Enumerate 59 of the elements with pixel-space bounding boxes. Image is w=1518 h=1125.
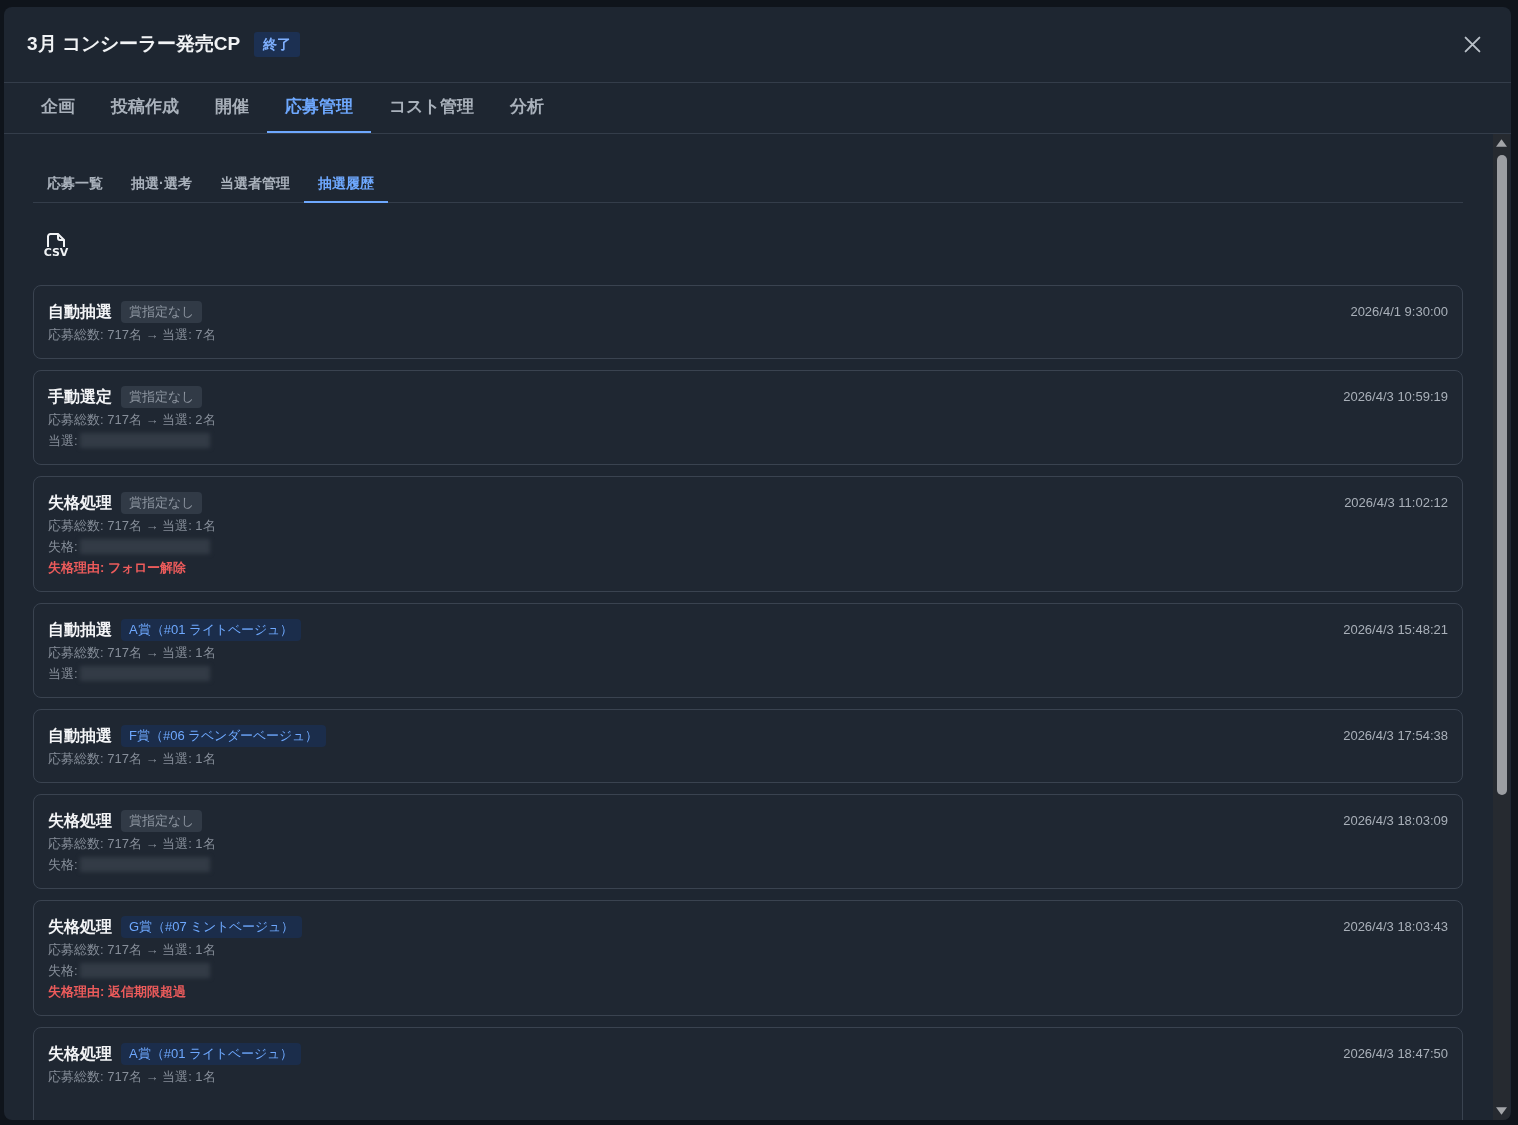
entry-summary: 応募総数: 717名 → 当選: 1名 xyxy=(48,750,217,768)
scroll-down-icon[interactable] xyxy=(1496,1107,1507,1115)
prize-label: 賞指定なし xyxy=(121,386,202,408)
field-label: 当選: xyxy=(48,432,78,450)
entry-summary: 応募総数: 717名 → 当選: 1名 xyxy=(48,517,217,535)
method-title: 手動選定 xyxy=(48,387,112,407)
disqualify-reason: 失格理由: フォロー解除 xyxy=(48,559,187,577)
timestamp: 2026/4/1 9:30:00 xyxy=(1350,303,1448,322)
timestamp: 2026/4/3 18:03:09 xyxy=(1343,812,1448,831)
close-icon xyxy=(1464,36,1481,53)
sub-tab[interactable]: 抽選·選考 xyxy=(117,165,206,203)
tab[interactable]: コスト管理 xyxy=(371,83,492,133)
method-title: 自動抽選 xyxy=(48,726,112,746)
field-label: 失格: xyxy=(48,856,78,874)
window-title: 3月 コンシーラー発売CP xyxy=(27,33,241,56)
timestamp: 2026/4/3 18:47:50 xyxy=(1343,1045,1448,1064)
scroll-up-icon[interactable] xyxy=(1496,139,1507,147)
method-title: 失格処理 xyxy=(48,917,112,937)
sub-tab[interactable]: 抽選履歴 xyxy=(303,165,388,203)
entry-summary: 応募総数: 717名 → 当選: 2名 xyxy=(48,411,217,429)
status-label: 終了 xyxy=(254,32,301,57)
prize-label: 賞指定なし xyxy=(121,301,202,323)
timestamp: 2026/4/3 15:48:21 xyxy=(1343,621,1448,640)
disqualify-reason: 失格理由: 返信期限超過 xyxy=(48,983,187,1001)
prize-label: 賞指定なし xyxy=(121,810,202,832)
prize-label: 賞指定なし xyxy=(121,492,202,514)
field-label: 失格: xyxy=(48,962,78,980)
tab[interactable]: 開催 xyxy=(197,83,267,133)
csv-download-button[interactable]: CSV xyxy=(43,233,69,258)
tab[interactable]: 分析 xyxy=(492,83,562,133)
timestamp: 2026/4/3 11:02:12 xyxy=(1344,494,1448,513)
close-button[interactable] xyxy=(1464,36,1481,53)
method-title: 失格処理 xyxy=(48,493,112,513)
timestamp: 2026/4/3 17:54:38 xyxy=(1343,727,1448,746)
entry-summary: 応募総数: 717名 → 当選: 1名 xyxy=(48,941,217,959)
tab[interactable]: 投稿作成 xyxy=(93,83,197,133)
tab[interactable]: 応募管理 xyxy=(267,83,371,133)
tab[interactable]: 企画 xyxy=(23,83,93,133)
entry-summary: 応募総数: 717名 → 当選: 7名 xyxy=(48,326,217,344)
prize-label: F賞（#06 ラベンダーベージュ） xyxy=(121,725,327,747)
timestamp: 2026/4/3 18:03:43 xyxy=(1343,918,1448,937)
field-label: 当選: xyxy=(48,665,78,683)
field-label: 失格: xyxy=(48,538,78,556)
prize-label: G賞（#07 ミントベージュ） xyxy=(121,916,303,938)
prize-label: A賞（#01 ライトベージュ） xyxy=(121,1043,301,1065)
file-icon xyxy=(46,233,66,247)
sub-tab[interactable]: 当選者管理 xyxy=(205,165,304,203)
entry-summary: 応募総数: 717名 → 当選: 1名 xyxy=(48,835,217,853)
sub-tab[interactable]: 応募一覧 xyxy=(33,165,117,203)
method-title: 自動抽選 xyxy=(48,302,112,322)
scrollbar-thumb[interactable] xyxy=(1496,155,1507,795)
scrollbar[interactable] xyxy=(1493,134,1510,1120)
method-title: 失格処理 xyxy=(48,1044,112,1064)
timestamp: 2026/4/3 10:59:19 xyxy=(1343,388,1448,407)
method-title: 失格処理 xyxy=(48,811,112,831)
entry-summary: 応募総数: 717名 → 当選: 1名 xyxy=(48,1068,217,1086)
method-title: 自動抽選 xyxy=(48,620,112,640)
entry-summary: 応募総数: 717名 → 当選: 1名 xyxy=(48,644,217,662)
prize-label: A賞（#01 ライトベージュ） xyxy=(121,619,301,641)
